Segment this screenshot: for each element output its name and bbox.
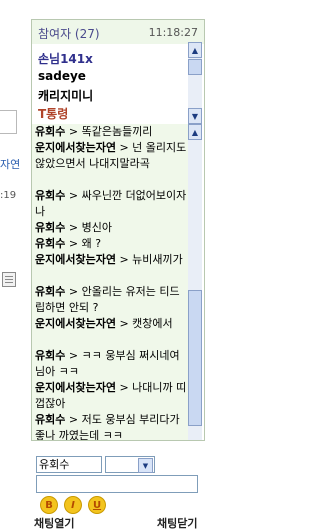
scroll-thumb[interactable]	[188, 59, 202, 75]
scroll-thumb[interactable]	[188, 290, 202, 426]
message-scrollbar[interactable]: ▲	[188, 124, 202, 440]
user-list-scrollbar[interactable]: ▲ ▼	[188, 42, 202, 124]
scroll-up-button[interactable]: ▲	[188, 124, 202, 140]
chat-message: 유회수 > 저도 웅부심 부리다가 좋나 까였는데 ㅋㅋ	[35, 413, 180, 440]
partial-time-text: :19	[0, 190, 17, 201]
scroll-down-button[interactable]: ▼	[188, 108, 202, 124]
chat-message: 운지에서찾는자연 > 나대니까 띠껍잖아	[35, 381, 187, 410]
panel-header: 참여자 (27) 11:18:27	[32, 20, 204, 44]
user-item[interactable]: sadeye	[38, 69, 86, 83]
chat-message: 운지에서찾는자연 > 넌 올리지도않았으면서 나대지말라곡	[35, 141, 187, 170]
bold-button[interactable]: B	[40, 496, 58, 514]
chat-input-area: 유회수 ▼ B I U	[31, 448, 203, 518]
target-select[interactable]: ▼	[105, 456, 155, 473]
clock-time: 11:18:27	[148, 26, 198, 39]
chat-message: 유회수 > 똑같은놈들끼리	[35, 125, 153, 138]
chat-message: 유회수 > 안올리는 유저는 티드립하면 안되 ?	[35, 285, 180, 314]
chat-message: 유회수 > 병신아	[35, 221, 112, 234]
partial-link-text: 자연	[0, 158, 21, 171]
nickname-field[interactable]: 유회수	[36, 456, 102, 473]
user-item[interactable]: 캐리지미니	[38, 87, 93, 104]
chat-message: 유회수 > 왜 ?	[35, 237, 102, 250]
chat-message: 운지에서찾는자연 > 캣창에서	[35, 317, 173, 330]
user-item[interactable]: T통령	[38, 105, 68, 122]
user-list: 손님141x sadeye 캐리지미니 T통령	[32, 44, 186, 124]
chat-panel: 참여자 (27) 11:18:27 손님141x sadeye 캐리지미니 T통…	[31, 19, 205, 441]
participants-title: 참여자 (27)	[38, 27, 100, 41]
chat-message: 유회수 > 싸우닌깐 더없어보이자나	[35, 189, 187, 218]
user-item[interactable]: 손님141x	[38, 50, 93, 67]
chat-message: 유회수 > ㅋㅋ 웅부심 쩌시네여 님아 ㅋㅋ	[35, 349, 180, 378]
list-icon	[2, 272, 16, 287]
chat-message: 운지에서찾는자연 > 뉴비새끼가	[35, 253, 183, 266]
message-input[interactable]	[36, 475, 198, 493]
underline-button[interactable]: U	[88, 496, 106, 514]
partial-input-box	[0, 110, 17, 134]
message-list: 유회수 > 똑같은놈들끼리 운지에서찾는자연 > 넌 올리지도않았으면서 나대지…	[32, 124, 188, 440]
scroll-up-button[interactable]: ▲	[188, 42, 202, 58]
italic-button[interactable]: I	[64, 496, 82, 514]
chevron-down-icon: ▼	[138, 458, 153, 473]
